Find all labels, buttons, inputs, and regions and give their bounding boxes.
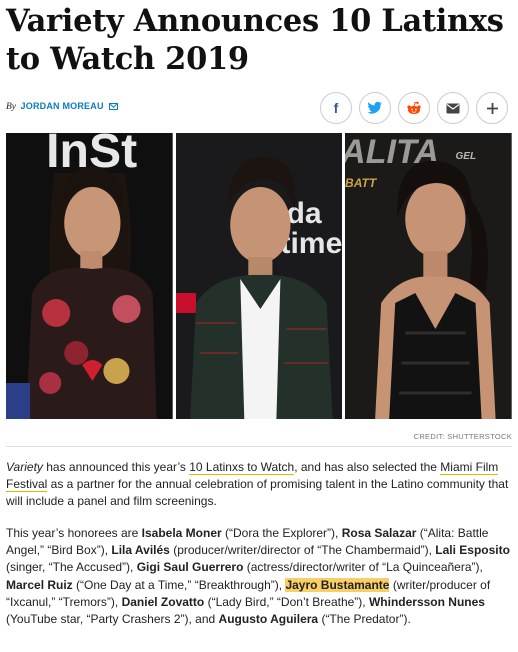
- paragraph-text: (“Lady Bird,” “Don’t Breathe”),: [204, 594, 369, 609]
- paragraph-text: (“The Predator”).: [318, 612, 411, 627]
- divider: [6, 446, 512, 447]
- byline-prefix: By: [6, 102, 17, 112]
- photo-collage: InSt da time ALITA BATT GEL: [6, 133, 513, 419]
- honoree-name: Whindersson Nunes: [368, 594, 485, 609]
- more-share-button[interactable]: [476, 92, 508, 124]
- publication-name: Variety: [6, 460, 43, 474]
- highlighted-honoree-name: Jayro Bustamante: [285, 577, 390, 592]
- paragraph-text: (producer/writer/director of “The Chambe…: [169, 543, 436, 558]
- article-paragraph-1: Variety has announced this year’s 10 Lat…: [6, 459, 514, 511]
- paragraph-text: (singer, “The Accused”),: [6, 560, 137, 575]
- author-email-icon[interactable]: [109, 103, 119, 110]
- twitter-share-button[interactable]: [359, 92, 391, 124]
- backdrop-text-right-sub: BATT: [345, 176, 378, 190]
- honoree-name: Lali Esposito: [435, 543, 510, 558]
- honoree-name: Lila Avilés: [111, 543, 170, 558]
- twitter-icon: [367, 101, 382, 114]
- email-share-button[interactable]: [437, 92, 469, 124]
- plus-icon: [486, 102, 498, 114]
- article-headline: Variety Announces 10 Latinxs to Watch 20…: [6, 3, 504, 77]
- article-paragraph-2: This year’s honorees are Isabela Moner (…: [6, 525, 514, 628]
- honoree-name: Gigi Saul Guerrero: [136, 560, 244, 575]
- paragraph-text: (“One Day at a Time,” “Breakthrough”),: [72, 577, 286, 592]
- honoree-name: Augusto Aguilera: [218, 612, 319, 627]
- facebook-share-button[interactable]: f: [320, 92, 352, 124]
- photo-rosa-salazar-image: ALITA BATT GEL: [345, 133, 513, 419]
- photo-isabela-moner-image: InSt: [6, 133, 173, 419]
- photo-isabela-moner: InSt: [6, 133, 173, 419]
- image-credit: CREDIT: SHUTTERSTOCK: [413, 432, 512, 441]
- paragraph-text: (“Dora the Explorer”),: [221, 526, 342, 540]
- paragraph-text: has announced this year’s: [42, 460, 190, 474]
- reddit-share-button[interactable]: [398, 92, 430, 124]
- svg-text:f: f: [334, 101, 339, 115]
- paragraph-text: (actress/director/writer of “La Quinceañ…: [243, 560, 483, 575]
- photo-marcel-ruiz-image: da time: [175, 133, 343, 419]
- author-link[interactable]: JORDAN MOREAU: [21, 101, 104, 111]
- email-icon: [446, 103, 460, 113]
- byline: By JORDAN MOREAU: [6, 101, 119, 112]
- paragraph-text: as a partner for the annual celebration …: [6, 477, 509, 509]
- photo-marcel-ruiz: da time: [175, 133, 343, 419]
- reddit-icon: [407, 101, 421, 114]
- latinxs-to-watch-link[interactable]: 10 Latinxs to Watch: [189, 460, 295, 475]
- backdrop-text-right-sub2: GEL: [456, 151, 477, 162]
- honoree-name: Rosa Salazar: [341, 526, 417, 540]
- honoree-name: Marcel Ruiz: [6, 577, 73, 592]
- byline-row: By JORDAN MOREAU f: [6, 92, 512, 124]
- photo-rosa-salazar: ALITA BATT GEL: [345, 133, 513, 419]
- paragraph-text: , and has also selected the: [294, 460, 441, 474]
- honoree-name: Isabela Moner: [141, 526, 222, 540]
- paragraph-text: (YouTube star, “Party Crashers 2”), and: [6, 612, 219, 627]
- paragraph-text: This year’s honorees are: [6, 526, 142, 540]
- honoree-name: Daniel Zovatto: [121, 594, 205, 609]
- backdrop-text-middle-top: da: [286, 197, 321, 230]
- facebook-icon: f: [334, 101, 339, 115]
